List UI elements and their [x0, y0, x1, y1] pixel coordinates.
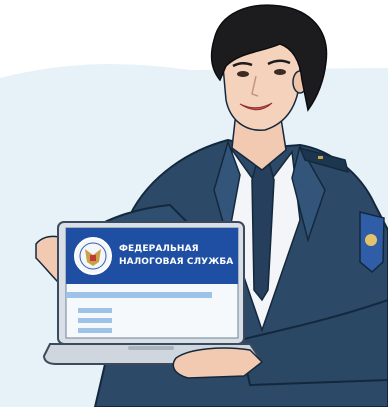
patch-emblem-icon [365, 234, 377, 246]
shoulder-star [318, 156, 323, 159]
illustration-scene: ФЕДЕРАЛЬНАЯ НАЛОГОВАЯ СЛУЖБА [0, 0, 388, 407]
laptop-notch [128, 346, 174, 350]
screen-title-line-2: НАЛОГОВАЯ СЛУЖБА [119, 257, 234, 267]
left-eye [237, 71, 249, 77]
screen-title-line-1: ФЕДЕРАЛЬНАЯ [119, 244, 199, 254]
laptop-screen-content: ФЕДЕРАЛЬНАЯ НАЛОГОВАЯ СЛУЖБА [66, 228, 238, 338]
right-eye [274, 69, 286, 75]
tax-officer-illustration [0, 4, 388, 407]
